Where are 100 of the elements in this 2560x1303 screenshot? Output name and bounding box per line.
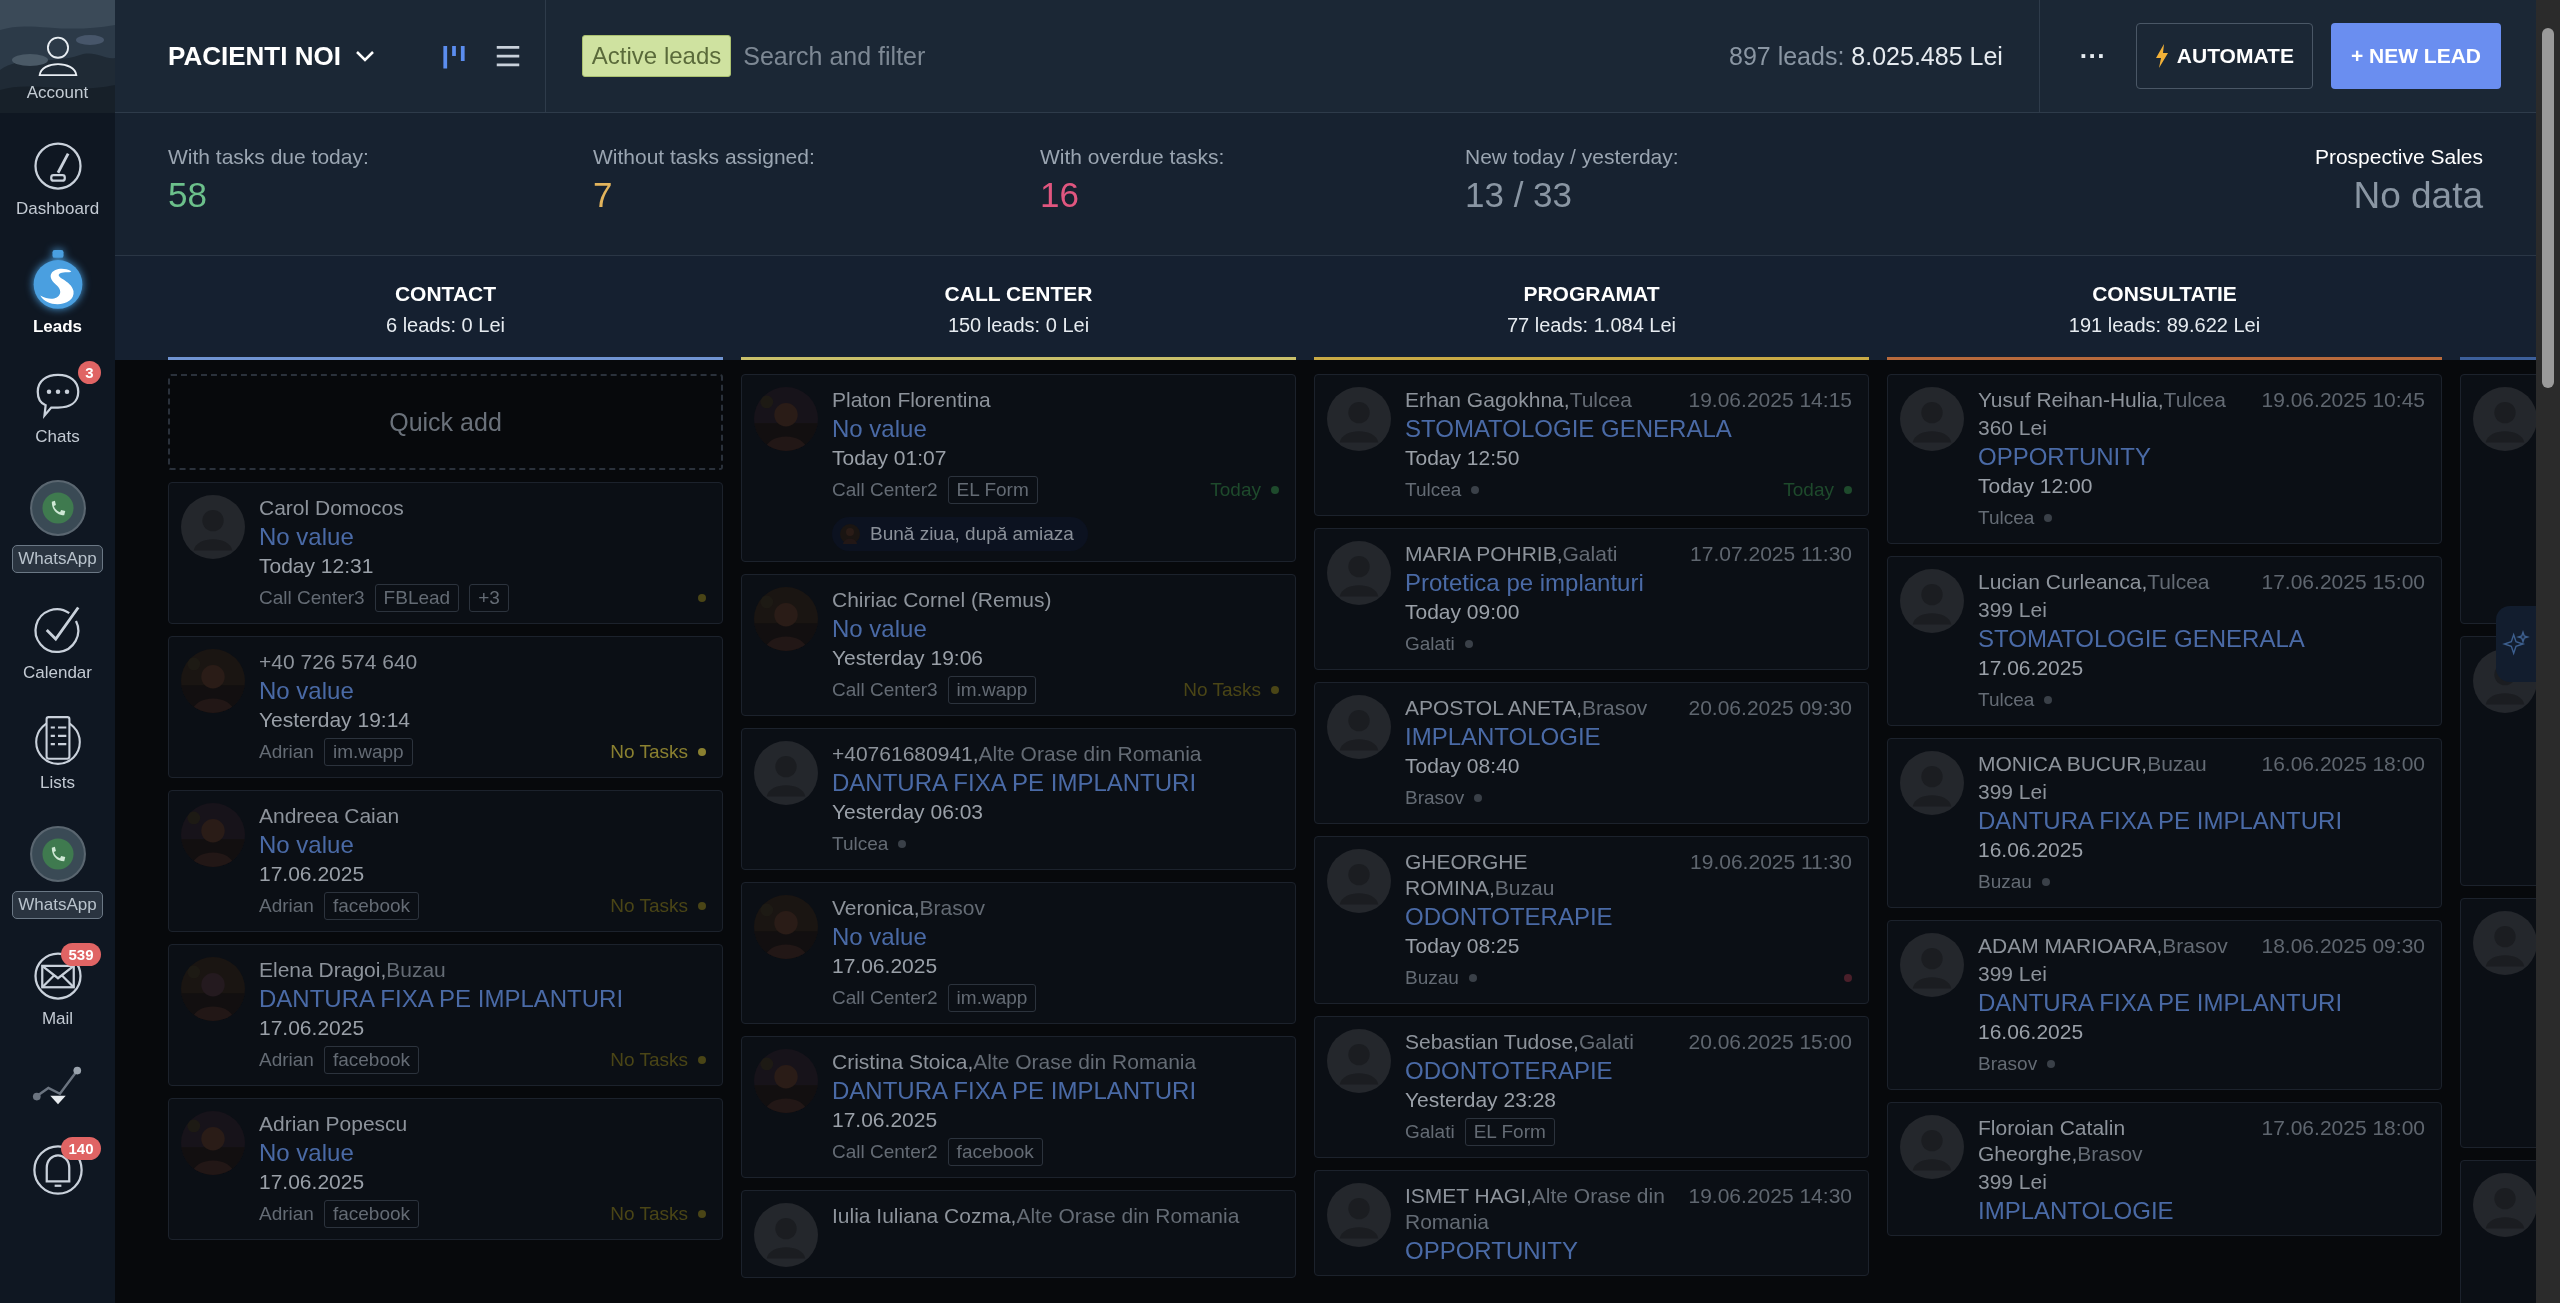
more-button[interactable]: ··· bbox=[2067, 40, 2118, 72]
whatsapp-nav-item[interactable]: WhatsApp bbox=[0, 467, 121, 577]
mail-nav-item[interactable]: 539 Mail bbox=[12, 939, 103, 1033]
count-badge: 140 bbox=[61, 1137, 101, 1160]
stat-label: Without tasks assigned: bbox=[593, 145, 816, 169]
lead-name: Sebastian Tudose,Galati bbox=[1405, 1029, 1634, 1055]
lead-tag: facebook bbox=[947, 1138, 1043, 1166]
column-header: CONSULTATIE 191 leads: 89.622 Lei bbox=[1887, 256, 2442, 360]
lead-card[interactable]: Erhan Gagokhna,Tulcea 19.06.2025 14:15 STOMATOLOGIE GENERALA Today 12:50 Tulcea Today bbox=[1314, 374, 1869, 516]
lead-card[interactable]: Andreea Caian No value 17.06.2025 Adrian facebook No Tasks bbox=[168, 790, 723, 932]
lead-tag: EL Form bbox=[947, 476, 1038, 504]
lead-card[interactable]: MONICA BUCUR,Buzau 16.06.2025 18:00 399 Lei DANTURA FIXA PE IMPLANTURI 16.06.2025 Buzau bbox=[1887, 738, 2442, 908]
lightning-icon bbox=[2154, 44, 2169, 68]
lead-source: Call Center3 bbox=[832, 679, 938, 701]
lead-date: 17.06.2025 bbox=[1978, 655, 2085, 681]
lead-card[interactable]: Elena Dragoi,Buzau DANTURA FIXA PE IMPLANTURI 17.06.2025 Adrian facebook No Tasks bbox=[168, 944, 723, 1086]
lead-date: Today 12:00 bbox=[1978, 473, 2094, 499]
leads-nav-item[interactable]: Leads bbox=[10, 239, 105, 341]
task-status: No Tasks bbox=[610, 1203, 688, 1225]
appointment-time: 19.06.2025 11:30 bbox=[1690, 849, 1852, 875]
lead-card[interactable]: MARIA POHRIB,Galati 17.07.2025 11:30 Protetica pe implanturi Today 09:00 Galati bbox=[1314, 528, 1869, 670]
lead-card[interactable]: APOSTOL ANETA,Brasov 20.06.2025 09:30 IMPLANTOLOGIE Today 08:40 Brasov bbox=[1314, 682, 1869, 824]
lead-date: 16.06.2025 bbox=[1978, 837, 2085, 863]
lead-source: Galati bbox=[1405, 633, 1455, 655]
lead-name: Lucian Curleanca,Tulcea bbox=[1978, 569, 2210, 595]
lead-price: 399 Lei bbox=[1978, 597, 2048, 623]
lead-source: Tulcea bbox=[1978, 507, 2035, 529]
lead-name: MARIA POHRIB,Galati bbox=[1405, 541, 1618, 567]
lead-card[interactable]: +40761680941,Alte Orase din Romania DANTURA FIXA PE IMPLANTURI Yesterday 06:03 Tulcea bbox=[741, 728, 1296, 870]
stat-value: No data bbox=[2353, 175, 2483, 217]
lead-date: 17.06.2025 bbox=[832, 1107, 939, 1133]
whatsapp-nav-item[interactable]: WhatsApp bbox=[0, 813, 121, 923]
lead-card[interactable]: Floroian Catalin Gheorghe,Brasov 17.06.2025 18:00 399 Lei IMPLANTOLOGIE bbox=[1887, 1102, 2442, 1236]
account-button[interactable]: Account bbox=[0, 0, 115, 113]
lists-nav-item[interactable]: Lists bbox=[12, 703, 103, 797]
lead-date: Yesterday 06:03 bbox=[832, 799, 984, 825]
scrollbar[interactable] bbox=[2536, 0, 2560, 1303]
lead-source: Buzau bbox=[1405, 967, 1459, 989]
phone-bubble-icon bbox=[28, 823, 87, 885]
lead-card[interactable]: Veronica,Brasov No value 17.06.2025 Call Center2 im.wapp bbox=[741, 882, 1296, 1024]
lead-card[interactable]: Iulia Iuliana Cozma,Alte Orase din Romania bbox=[741, 1190, 1296, 1278]
lead-card[interactable]: Yusuf Reihan-Hulia,Tulcea 19.06.2025 10:45 360 Lei OPPORTUNITY Today 12:00 Tulcea bbox=[1887, 374, 2442, 544]
filter-tag[interactable]: Active leads bbox=[581, 35, 732, 77]
appointment-time: 19.06.2025 10:45 bbox=[2261, 387, 2425, 413]
stat-label: New today / yesterday: bbox=[1465, 145, 1680, 169]
lead-source: Brasov bbox=[1405, 787, 1465, 809]
appointment-time: 17.06.2025 18:00 bbox=[2261, 1115, 2425, 1141]
lead-source: Call Center2 bbox=[832, 987, 938, 1009]
lead-tag: im.wapp bbox=[947, 984, 1037, 1012]
avatar-placeholder bbox=[2473, 911, 2536, 975]
automate-button[interactable]: AUTOMATE bbox=[2135, 23, 2313, 89]
lead-card[interactable]: Adrian Popescu No value 17.06.2025 Adrian facebook No Tasks bbox=[168, 1098, 723, 1240]
lead-name: Yusuf Reihan-Hulia,Tulcea bbox=[1978, 387, 2226, 413]
search-field[interactable]: Search and filter bbox=[741, 40, 1729, 72]
appointment-time: 20.06.2025 15:00 bbox=[1688, 1029, 1852, 1055]
lead-source: Adrian bbox=[259, 741, 314, 763]
leads-count: 897 leads: 8.025.485 Lei bbox=[1729, 41, 2003, 71]
ai-assistant-button[interactable] bbox=[2496, 606, 2536, 682]
column-header: PROGRAMAT 77 leads: 1.084 Lei bbox=[1314, 256, 1869, 360]
lead-value: DANTURA FIXA PE IMPLANTURI bbox=[832, 1077, 1198, 1105]
count-badge: 539 bbox=[61, 943, 101, 966]
lead-source: Adrian bbox=[259, 1049, 314, 1071]
lead-value: DANTURA FIXA PE IMPLANTURI bbox=[259, 985, 625, 1013]
lead-price: 399 Lei bbox=[1978, 961, 2048, 987]
chats-nav-item[interactable]: 3 Chats bbox=[12, 357, 103, 451]
lead-card[interactable]: ADAM MARIOARA,Brasov 18.06.2025 09:30 399 Lei DANTURA FIXA PE IMPLANTURI 16.06.2025 Brasov bbox=[1887, 920, 2442, 1090]
lead-card[interactable]: GHEORGHE ROMINA,Buzau 19.06.2025 11:30 ODONTOTERAPIE Today 08:25 Buzau bbox=[1314, 836, 1869, 1004]
message-preview: Bună ziua, după amiaza bbox=[832, 517, 1088, 551]
appointment-time: 18.06.2025 09:30 bbox=[2261, 933, 2425, 959]
lead-name: ISMET HAGI,Alte Orase din Romania bbox=[1405, 1183, 1666, 1235]
lead-card[interactable]: Carol Domocos No value Today 12:31 Call Center3 FBLead +3 bbox=[168, 482, 723, 624]
stat-label: With tasks due today: bbox=[168, 145, 370, 169]
lead-source: Buzau bbox=[1978, 871, 2032, 893]
lead-card[interactable]: Cristina Stoica,Alte Orase din Romania DANTURA FIXA PE IMPLANTURI 17.06.2025 Call Center2 facebook bbox=[741, 1036, 1296, 1178]
lead-card[interactable]: Sebastian Tudose,Galati 20.06.2025 15:00 ODONTOTERAPIE Yesterday 23:28 Galati EL Form bbox=[1314, 1016, 1869, 1158]
lead-card[interactable]: Chiriac Cornel (Remus) No value Yesterday 19:06 Call Center3 im.wapp No Tasks bbox=[741, 574, 1296, 716]
lead-value: Protetica pe implanturi bbox=[1405, 569, 1645, 597]
stat-value: 16 bbox=[1040, 175, 1080, 215]
lead-card[interactable]: ISMET HAGI,Alte Orase din Romania 19.06.2025 14:30 OPPORTUNITY bbox=[1314, 1170, 1869, 1276]
count-badge: 3 bbox=[78, 361, 101, 384]
stat-value: 7 bbox=[593, 175, 614, 215]
lead-date: Yesterday 23:28 bbox=[1405, 1087, 1557, 1113]
lead-card[interactable]: Lucian Curleanca,Tulcea 17.06.2025 15:00 399 Lei STOMATOLOGIE GENERALA 17.06.2025 Tulcea bbox=[1887, 556, 2442, 726]
lead-value: ODONTOTERAPIE bbox=[1405, 903, 1614, 931]
calendar-nav-item[interactable]: Calendar bbox=[5, 593, 110, 687]
lead-value: IMPLANTOLOGIE bbox=[1978, 1197, 2175, 1225]
stat-value: 13 / 33 bbox=[1465, 175, 1574, 215]
task-status: Today bbox=[1210, 479, 1261, 501]
lead-card[interactable]: +40 726 574 640 No value Yesterday 19:14 Adrian im.wapp No Tasks bbox=[168, 636, 723, 778]
lead-card[interactable]: Platon Florentina No value Today 01:07 Call Center2 EL Form Today Bună ziua, după amiaza bbox=[741, 374, 1296, 562]
lead-date: 16.06.2025 bbox=[1978, 1019, 2085, 1045]
lead-tag: im.wapp bbox=[947, 676, 1037, 704]
lead-source: Brasov bbox=[1978, 1053, 2038, 1075]
lead-source: Call Center2 bbox=[832, 479, 938, 501]
pipeline-dropdown[interactable]: PACIENTI NOI bbox=[168, 40, 375, 72]
column-header: CONTACT 6 leads: 0 Lei bbox=[168, 256, 723, 360]
lead-value: STOMATOLOGIE GENERALA bbox=[1978, 625, 2306, 653]
lead-value: DANTURA FIXA PE IMPLANTURI bbox=[1978, 807, 2344, 835]
dashboard-nav-item[interactable]: Dashboard bbox=[0, 129, 118, 223]
quick-add-button[interactable]: Quick add bbox=[168, 374, 723, 470]
